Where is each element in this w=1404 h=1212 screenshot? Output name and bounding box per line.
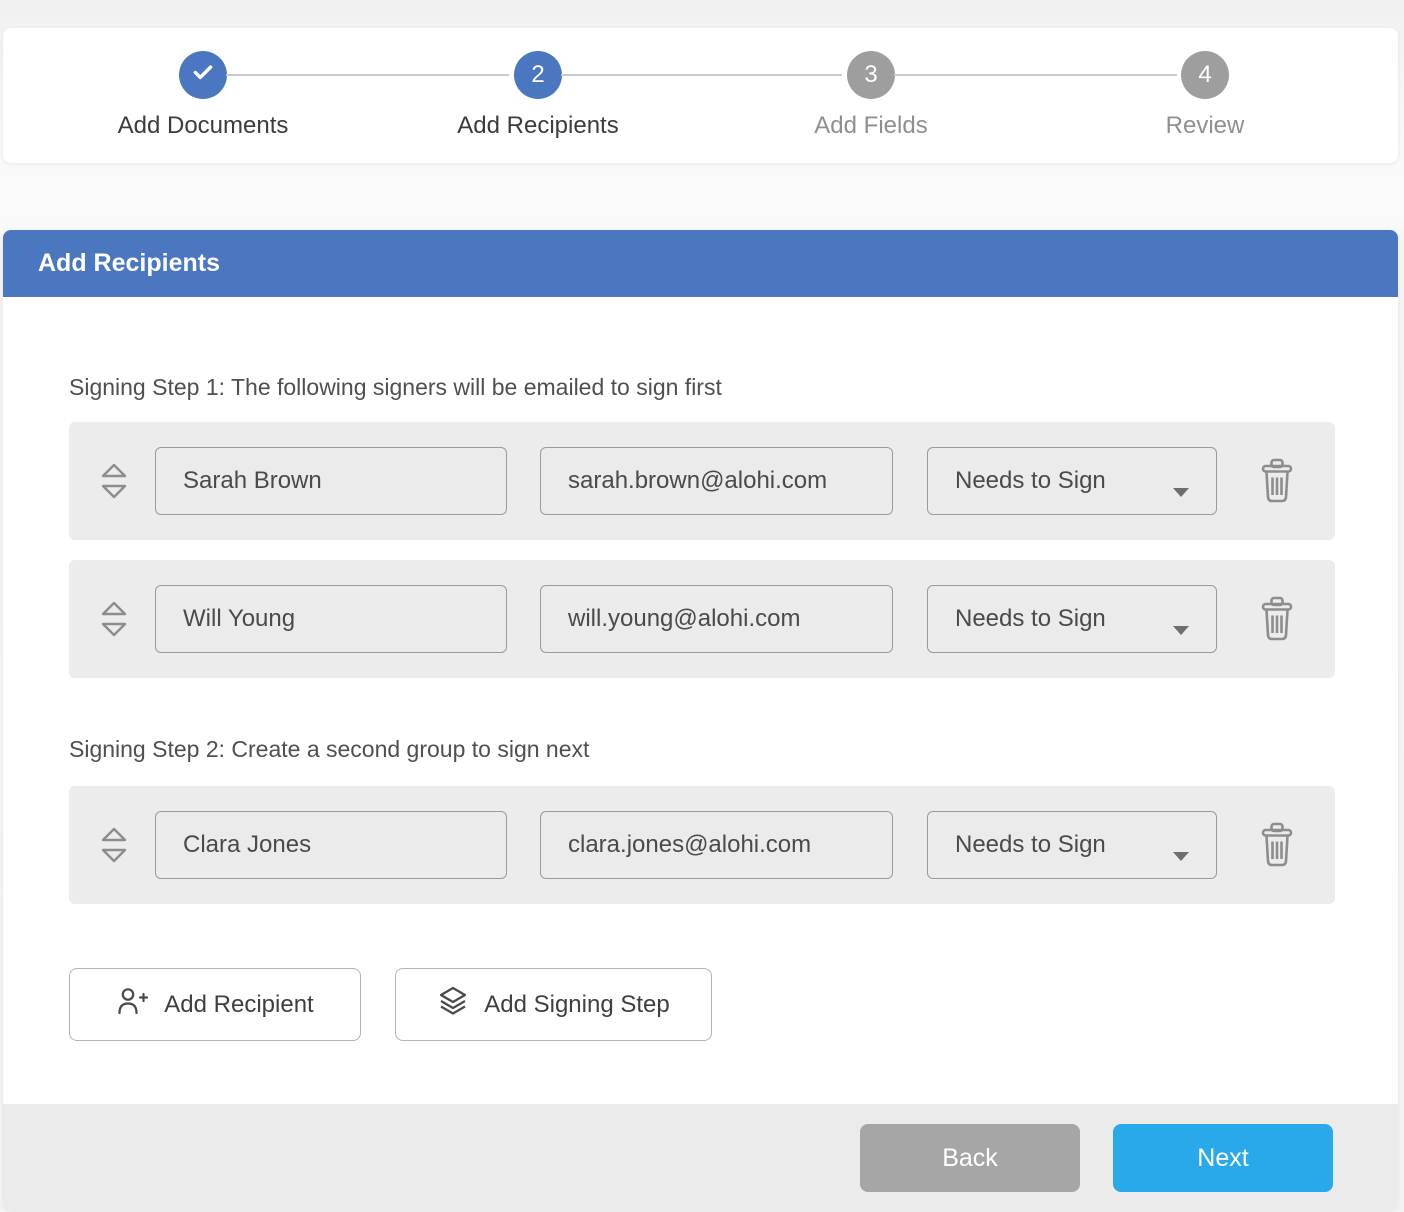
recipient-row: Needs to Sign xyxy=(69,422,1335,540)
add-signing-step-label: Add Signing Step xyxy=(484,991,669,1019)
add-recipient-button[interactable]: Add Recipient xyxy=(69,968,361,1041)
role-select[interactable]: Needs to Sign xyxy=(927,447,1217,515)
step-3-label: Add Fields xyxy=(721,112,1021,140)
drag-handle-icon[interactable] xyxy=(99,462,129,500)
role-select-value: Needs to Sign xyxy=(955,467,1106,495)
step-add-documents[interactable]: Add Documents xyxy=(53,28,353,140)
recipient-name-input[interactable] xyxy=(155,447,507,515)
chevron-down-icon xyxy=(1172,841,1190,869)
recipient-name-input[interactable] xyxy=(155,811,507,879)
recipient-name-input[interactable] xyxy=(155,585,507,653)
trash-icon[interactable] xyxy=(1258,458,1296,504)
step-review: 4 Review xyxy=(1055,28,1355,140)
step-2-circle[interactable]: 2 xyxy=(514,51,562,99)
panel-footer: Back Next xyxy=(3,1104,1398,1210)
recipient-email-input[interactable] xyxy=(540,447,893,515)
signing-step-1-heading: Signing Step 1: The following signers wi… xyxy=(69,374,722,401)
stepper-connector xyxy=(561,74,842,76)
check-icon xyxy=(190,59,216,92)
role-select-value: Needs to Sign xyxy=(955,831,1106,859)
trash-icon[interactable] xyxy=(1258,822,1296,868)
role-select[interactable]: Needs to Sign xyxy=(927,811,1217,879)
role-select-value: Needs to Sign xyxy=(955,605,1106,633)
step-add-fields: 3 Add Fields xyxy=(721,28,1021,140)
stepper-card: Add Documents 2 Add Recipients 3 Add Fie… xyxy=(3,28,1398,163)
step-4-label: Review xyxy=(1055,112,1355,140)
signing-step-2-heading: Signing Step 2: Create a second group to… xyxy=(69,736,589,763)
back-button[interactable]: Back xyxy=(860,1124,1080,1192)
drag-handle-icon[interactable] xyxy=(99,600,129,638)
trash-icon[interactable] xyxy=(1258,596,1296,642)
step-2-number: 2 xyxy=(531,61,544,89)
step-add-recipients[interactable]: 2 Add Recipients xyxy=(388,28,688,140)
stepper-connector xyxy=(894,74,1177,76)
step-1-circle[interactable] xyxy=(179,51,227,99)
next-button[interactable]: Next xyxy=(1113,1124,1333,1192)
step-4-circle: 4 xyxy=(1181,51,1229,99)
panel-title: Add Recipients xyxy=(3,230,1398,297)
step-3-circle: 3 xyxy=(847,51,895,99)
recipient-email-input[interactable] xyxy=(540,811,893,879)
add-recipients-panel: Add Recipients Signing Step 1: The follo… xyxy=(3,230,1398,1210)
recipient-row: Needs to Sign xyxy=(69,786,1335,904)
layers-icon xyxy=(437,985,469,1024)
step-3-number: 3 xyxy=(864,61,877,89)
stepper-connector xyxy=(226,74,509,76)
recipient-row: Needs to Sign xyxy=(69,560,1335,678)
add-signing-step-button[interactable]: Add Signing Step xyxy=(395,968,712,1041)
person-plus-icon xyxy=(116,985,149,1024)
recipient-email-input[interactable] xyxy=(540,585,893,653)
add-recipient-label: Add Recipient xyxy=(164,991,313,1019)
step-4-number: 4 xyxy=(1198,61,1211,89)
step-1-label: Add Documents xyxy=(53,112,353,140)
chevron-down-icon xyxy=(1172,615,1190,643)
step-2-label: Add Recipients xyxy=(388,112,688,140)
chevron-down-icon xyxy=(1172,477,1190,505)
role-select[interactable]: Needs to Sign xyxy=(927,585,1217,653)
drag-handle-icon[interactable] xyxy=(99,826,129,864)
